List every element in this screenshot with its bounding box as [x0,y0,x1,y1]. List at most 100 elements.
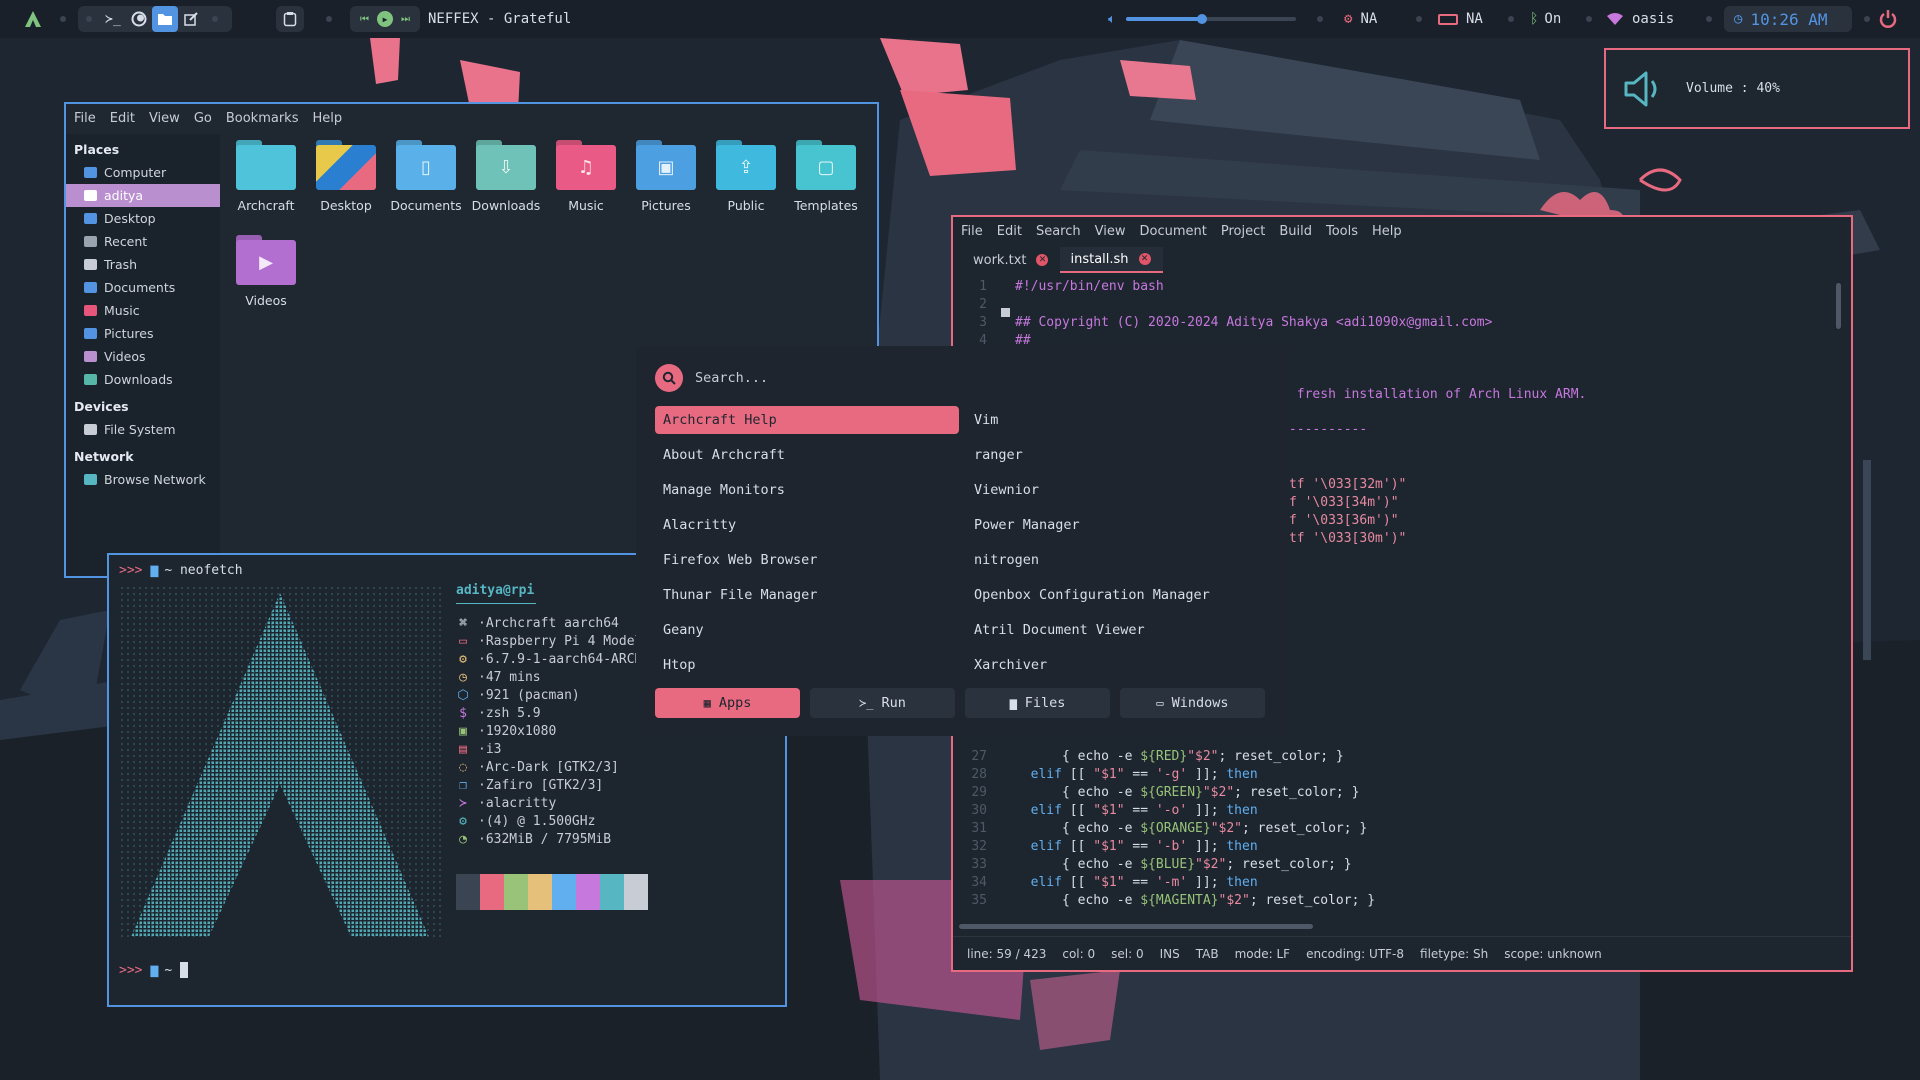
horizontal-scrollbar[interactable] [959,924,1313,929]
vertical-scrollbar[interactable] [1836,283,1841,329]
volume-slider-fill [1125,17,1203,21]
volume-icon[interactable]: 🔈︎ [1108,12,1116,27]
play-icon[interactable]: ▶ [377,11,393,27]
menu-help[interactable]: Help [1372,224,1402,239]
search-input[interactable]: Search... [695,370,768,386]
launcher-item[interactable]: Archcraft Help [655,406,959,434]
neofetch-row-icon: ❐ [459,777,467,793]
menu-view[interactable]: View [149,111,180,126]
mode-run-icon: ≻_ [859,696,874,710]
sidebar-item-pictures[interactable]: Pictures [66,322,220,345]
launcher-item[interactable]: Atril Document Viewer [966,616,1270,644]
launcher-item[interactable]: Htop [655,651,959,679]
previous-track-icon[interactable]: ⏮ [360,14,369,25]
sidebar-section-places: Places [74,142,120,157]
folder-pictures[interactable]: ▣ Pictures [626,140,706,213]
neofetch-value: alacritty [485,795,557,811]
browser-icon[interactable] [126,6,152,32]
folder-templates[interactable]: ▢ Templates [786,140,866,213]
menu-document[interactable]: Document [1139,224,1206,239]
mode-files-button[interactable]: ▆ Files [965,688,1110,718]
close-tab-icon[interactable]: ✕ [1036,254,1049,266]
neofetch-bullet: · [478,795,486,811]
app-launcher: Search... Archcraft Help About Archcraft M… [636,346,1290,736]
launcher-item[interactable]: Openbox Configuration Manager [966,581,1270,609]
launcher-item[interactable]: Vim [966,406,1270,434]
folder-documents[interactable]: ▯ Documents [386,140,466,213]
clock-module[interactable]: ◷ 10:26 AM [1724,6,1852,32]
bluetooth-module[interactable]: ᛒ On [1530,0,1561,38]
launcher-item[interactable]: Power Manager [966,511,1270,539]
tab-work-txt[interactable]: work.txt ✕ [963,247,1060,273]
editor-icon[interactable] [178,6,204,32]
launcher-item[interactable]: Alacritty [655,511,959,539]
folder-archcraft[interactable]: Archcraft [226,140,306,213]
mode-apps-button[interactable]: ▦ Apps [655,688,800,718]
palette-swatch [480,874,504,910]
sidebar-item-file-system[interactable]: File System [66,418,220,441]
folder-label: Desktop [320,198,372,213]
menu-file[interactable]: File [961,224,983,239]
folder-videos[interactable]: ▶ Videos [226,235,306,308]
folder-music[interactable]: ♫ Music [546,140,626,213]
power-button[interactable] [1874,5,1902,33]
menu-file[interactable]: File [74,111,96,126]
launcher-item[interactable]: Xarchiver [966,651,1270,679]
launcher-item[interactable]: About Archcraft [655,441,959,469]
launcher-item[interactable]: Manage Monitors [655,476,959,504]
launcher-item[interactable]: Firefox Web Browser [655,546,959,574]
menu-tools[interactable]: Tools [1326,224,1358,239]
menu-edit[interactable]: Edit [997,224,1022,239]
sidebar-item-desktop[interactable]: Desktop [66,207,220,230]
sidebar-item-documents[interactable]: Documents [66,276,220,299]
sidebar-item-music[interactable]: Music [66,299,220,322]
files-icon[interactable] [152,6,178,32]
neofetch-row-icon: ≻ [459,795,467,811]
wifi-module[interactable]: oasis [1606,0,1674,38]
volume-slider[interactable] [1125,14,1296,24]
neofetch-value: Raspberry Pi 4 Model [485,633,643,649]
menu-edit[interactable]: Edit [110,111,135,126]
menu-go[interactable]: Go [194,111,212,126]
launcher-item[interactable]: Thunar File Manager [655,581,959,609]
status-field: encoding: UTF-8 [1306,946,1405,961]
folder-downloads[interactable]: ⇩ Downloads [466,140,546,213]
bluetooth-status: On [1544,11,1562,27]
mode-run-button[interactable]: ≻_ Run [810,688,955,718]
launcher-item[interactable]: Geany [655,616,959,644]
close-tab-icon[interactable]: ✕ [1138,253,1151,265]
menu-view[interactable]: View [1095,224,1126,239]
line-number: 31 [971,821,987,836]
launcher-item[interactable]: nitrogen [966,546,1270,574]
folder-desktop[interactable]: Desktop [306,140,386,213]
fold-marker-icon[interactable] [1001,308,1010,317]
sidebar-item-trash[interactable]: Trash [66,253,220,276]
sidebar-item-browse-network[interactable]: Browse Network [66,468,220,491]
mode-windows-button[interactable]: ▭ Windows [1120,688,1265,718]
sidebar-item-downloads[interactable]: Downloads [66,368,220,391]
tab-install-sh[interactable]: install.sh ✕ [1060,247,1163,273]
sidebar-item-computer[interactable]: Computer [66,161,220,184]
bluetooth-icon: ᛒ [1530,11,1539,27]
archcraft-logo-icon[interactable] [16,0,50,38]
menu-search[interactable]: Search [1036,224,1081,239]
sidebar-item-recent[interactable]: Recent [66,230,220,253]
folder-public[interactable]: ⇪ Public [706,140,786,213]
sidebar-item-aditya[interactable]: aditya [66,184,220,207]
music-icon [84,305,97,316]
volume-slider-knob[interactable] [1197,14,1208,24]
launcher-item[interactable]: ranger [966,441,1270,469]
menu-project[interactable]: Project [1221,224,1265,239]
next-track-icon[interactable]: ⏭ [401,14,410,25]
launcher-search[interactable]: Search... [655,364,768,392]
folder-body: ▶ [236,240,296,285]
menu-build[interactable]: Build [1279,224,1312,239]
menu-help[interactable]: Help [312,111,342,126]
clipboard-button[interactable] [276,6,304,32]
sidebar-item-videos[interactable]: Videos [66,345,220,368]
menu-bookmarks[interactable]: Bookmarks [226,111,299,126]
neofetch-row-icon: ⌘ [459,615,467,631]
launcher-item[interactable]: Viewnior [966,476,1270,504]
terminal-icon[interactable]: ≻_ [100,6,126,32]
file-manager-sidebar: Places Computer aditya Desktop Recent Trash D… [66,134,220,576]
